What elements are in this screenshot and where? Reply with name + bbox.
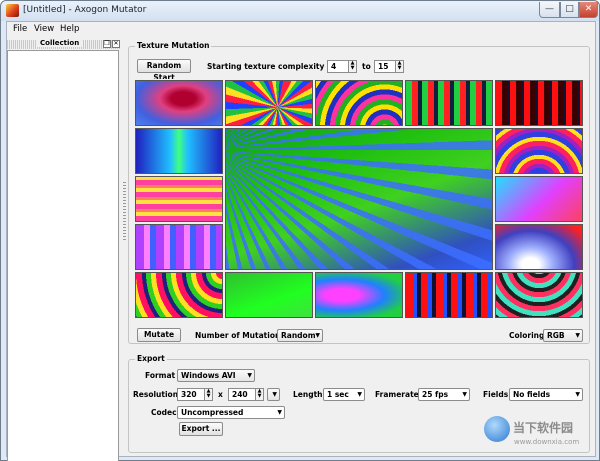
texture-tile-4[interactable] (405, 80, 493, 126)
texture-tile-13[interactable] (495, 128, 583, 174)
complexity-from-spinner[interactable]: ▲ ▼ (348, 60, 357, 73)
texture-mutation-title: Texture Mutation (135, 41, 212, 50)
collection-dock: Collection ❐ ✕ (7, 39, 121, 461)
export-title: Export (135, 354, 167, 363)
chevron-down-icon: ▼ (277, 409, 282, 416)
collection-dock-header[interactable]: Collection ❐ ✕ (7, 39, 121, 49)
format-label: Format (145, 371, 176, 380)
maximize-button[interactable]: □ (560, 2, 579, 18)
texture-preview-large[interactable] (225, 128, 493, 270)
codec-select[interactable]: Uncompressed ▼ (177, 406, 285, 419)
menu-bar: File View Help (7, 22, 595, 37)
coloring-select[interactable]: RGB ▼ (543, 329, 583, 342)
resolution-height-spinner[interactable]: ▲ ▼ (255, 388, 264, 401)
window-title: [Untitled] - Axogon Mutator (23, 5, 147, 15)
texture-tile-15[interactable] (495, 224, 583, 270)
texture-tile-11[interactable] (315, 272, 403, 318)
collection-panel[interactable] (7, 50, 119, 461)
mutations-select[interactable]: Random ▼ (277, 329, 323, 342)
chevron-down-icon: ▼ (272, 391, 277, 398)
complexity-to-spinner[interactable]: ▲ ▼ (395, 60, 404, 73)
complexity-from-input[interactable]: 4 (327, 60, 349, 73)
texture-tile-12[interactable] (405, 272, 493, 318)
menu-help[interactable]: Help (60, 24, 79, 34)
texture-grid (134, 79, 589, 324)
export-button[interactable]: Export ... (179, 422, 223, 436)
to-label: to (362, 62, 371, 71)
texture-tile-6[interactable] (135, 128, 223, 174)
texture-tile-14[interactable] (495, 176, 583, 222)
texture-tile-2[interactable] (225, 80, 313, 126)
texture-tile-5[interactable] (495, 80, 583, 126)
chevron-down-icon: ▼ (462, 391, 467, 398)
close-icon[interactable]: ✕ (112, 40, 120, 48)
random-start-button[interactable]: Random Start (137, 59, 191, 82)
framerate-label: Framerate (375, 390, 419, 399)
codec-value: Uncompressed (181, 408, 244, 417)
x-label: x (218, 390, 223, 399)
mutate-button[interactable]: Mutate (137, 328, 181, 342)
splitter-handle[interactable] (123, 182, 126, 242)
collection-title: Collection (37, 39, 83, 47)
texture-tile-7[interactable] (135, 176, 223, 222)
texture-tile-8[interactable] (135, 224, 223, 270)
close-button[interactable]: ✕ (579, 2, 598, 18)
chevron-down-icon: ▼ (315, 332, 320, 339)
fields-select[interactable]: No fields ▼ (509, 388, 583, 401)
codec-label: Codec (151, 408, 177, 417)
texture-tile-10[interactable] (225, 272, 313, 318)
resolution-height-input[interactable]: 240 (228, 388, 256, 401)
complexity-label: Starting texture complexity from (207, 62, 347, 71)
coloring-value: RGB (547, 331, 565, 340)
watermark-text: 当下软件园 (513, 421, 574, 435)
format-select[interactable]: Windows AVI ▼ (177, 369, 255, 382)
chevron-down-icon: ▼ (357, 391, 362, 398)
complexity-to-input[interactable]: 15 (374, 60, 396, 73)
client-area: File View Help Collection ❐ ✕ Texture Mu… (6, 21, 596, 461)
length-value: 1 sec (327, 390, 349, 399)
fields-value: No fields (513, 390, 551, 399)
chevron-down-icon: ▼ (247, 372, 252, 379)
fields-label: Fields (483, 390, 509, 399)
framerate-select[interactable]: 25 fps ▼ (418, 388, 470, 401)
texture-tile-16[interactable] (495, 272, 583, 318)
resolution-preset-select[interactable]: ▼ (267, 388, 280, 401)
menu-file[interactable]: File (13, 24, 27, 34)
resolution-label: Resolution (133, 390, 179, 399)
coloring-label: Coloring (509, 331, 545, 340)
resolution-width-spinner[interactable]: ▲ ▼ (204, 388, 213, 401)
chevron-down-icon: ▼ (575, 391, 580, 398)
texture-tile-9[interactable] (135, 272, 223, 318)
chevron-down-icon: ▼ (575, 332, 580, 339)
length-select[interactable]: 1 sec ▼ (323, 388, 365, 401)
mutations-value: Random (281, 331, 316, 340)
resolution-width-input[interactable]: 320 (177, 388, 205, 401)
length-label: Length (293, 390, 323, 399)
framerate-value: 25 fps (422, 390, 449, 399)
title-bar[interactable]: [Untitled] - Axogon Mutator — □ ✕ (1, 1, 599, 21)
app-window: [Untitled] - Axogon Mutator — □ ✕ File V… (0, 0, 600, 461)
watermark-url: www.downxia.com (514, 438, 580, 446)
texture-tile-3[interactable] (315, 80, 403, 126)
minimize-button[interactable]: — (539, 2, 560, 18)
format-value: Windows AVI (181, 371, 236, 380)
app-icon (6, 4, 19, 17)
menu-view[interactable]: View (34, 24, 54, 34)
float-icon[interactable]: ❐ (103, 40, 111, 48)
watermark-logo (484, 416, 510, 442)
mutations-label: Number of Mutations (195, 331, 285, 340)
texture-tile-1[interactable] (135, 80, 223, 126)
